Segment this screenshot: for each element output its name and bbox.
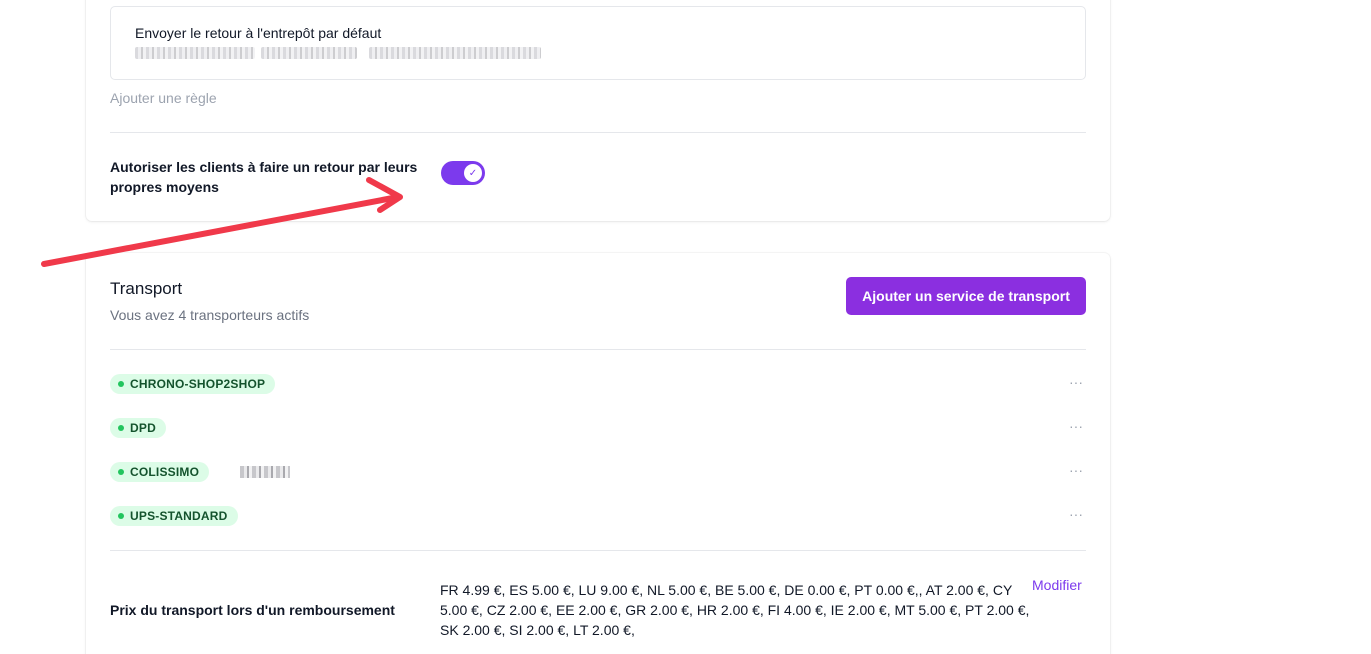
status-dot-icon (118, 469, 124, 475)
refund-price-label: Prix du transport lors d'un remboursemen… (110, 602, 395, 618)
default-return-rule[interactable]: Envoyer le retour à l'entrepôt par défau… (110, 6, 1086, 80)
redacted-text (240, 466, 290, 478)
divider (110, 349, 1086, 350)
carrier-name: COLISSIMO (130, 465, 200, 479)
refund-price-values: FR 4.99 €, ES 5.00 €, LU 9.00 €, NL 5.00… (440, 582, 1030, 638)
ellipsis-icon[interactable]: ··· (1066, 418, 1086, 438)
carrier-badge[interactable]: DPD (110, 418, 166, 438)
carrier-row: DPD ··· (110, 418, 1086, 442)
carrier-row: CHRONO-SHOP2SHOP ··· (110, 374, 1086, 398)
ellipsis-icon[interactable]: ··· (1066, 506, 1086, 526)
carrier-badge[interactable]: UPS-STANDARD (110, 506, 238, 526)
carrier-name: CHRONO-SHOP2SHOP (130, 377, 266, 391)
ellipsis-icon[interactable]: ··· (1066, 374, 1086, 394)
modify-link[interactable]: Modifier (1032, 577, 1082, 593)
rule-title: Envoyer le retour à l'entrepôt par défau… (135, 25, 382, 41)
carrier-badge[interactable]: COLISSIMO (110, 462, 210, 482)
own-means-toggle[interactable]: ✓ (441, 161, 485, 185)
status-dot-icon (118, 425, 124, 431)
own-means-label: Autoriser les clients à faire un retour … (110, 159, 418, 195)
redacted-text (135, 47, 255, 59)
check-icon: ✓ (464, 164, 482, 182)
page: Envoyer le retour à l'entrepôt par défau… (0, 0, 1371, 654)
add-rule-link[interactable]: Ajouter une règle (110, 90, 217, 106)
carrier-badge[interactable]: CHRONO-SHOP2SHOP (110, 374, 276, 394)
returns-settings-card: Envoyer le retour à l'entrepôt par défau… (86, 0, 1110, 221)
carrier-row: COLISSIMO ··· (110, 462, 1086, 486)
divider (110, 132, 1086, 133)
redacted-text (369, 47, 541, 59)
add-transport-service-button[interactable]: Ajouter un service de transport (846, 277, 1086, 315)
status-dot-icon (118, 513, 124, 519)
carrier-name: UPS-STANDARD (130, 509, 228, 523)
ellipsis-icon[interactable]: ··· (1066, 462, 1086, 482)
carrier-row: UPS-STANDARD ··· (110, 506, 1086, 530)
redacted-text (261, 47, 357, 59)
transport-card: Transport Vous avez 4 transporteurs acti… (86, 253, 1110, 654)
transport-subtitle: Vous avez 4 transporteurs actifs (110, 307, 310, 323)
transport-title: Transport (110, 279, 183, 298)
status-dot-icon (118, 381, 124, 387)
divider (110, 550, 1086, 551)
carrier-name: DPD (130, 421, 156, 435)
